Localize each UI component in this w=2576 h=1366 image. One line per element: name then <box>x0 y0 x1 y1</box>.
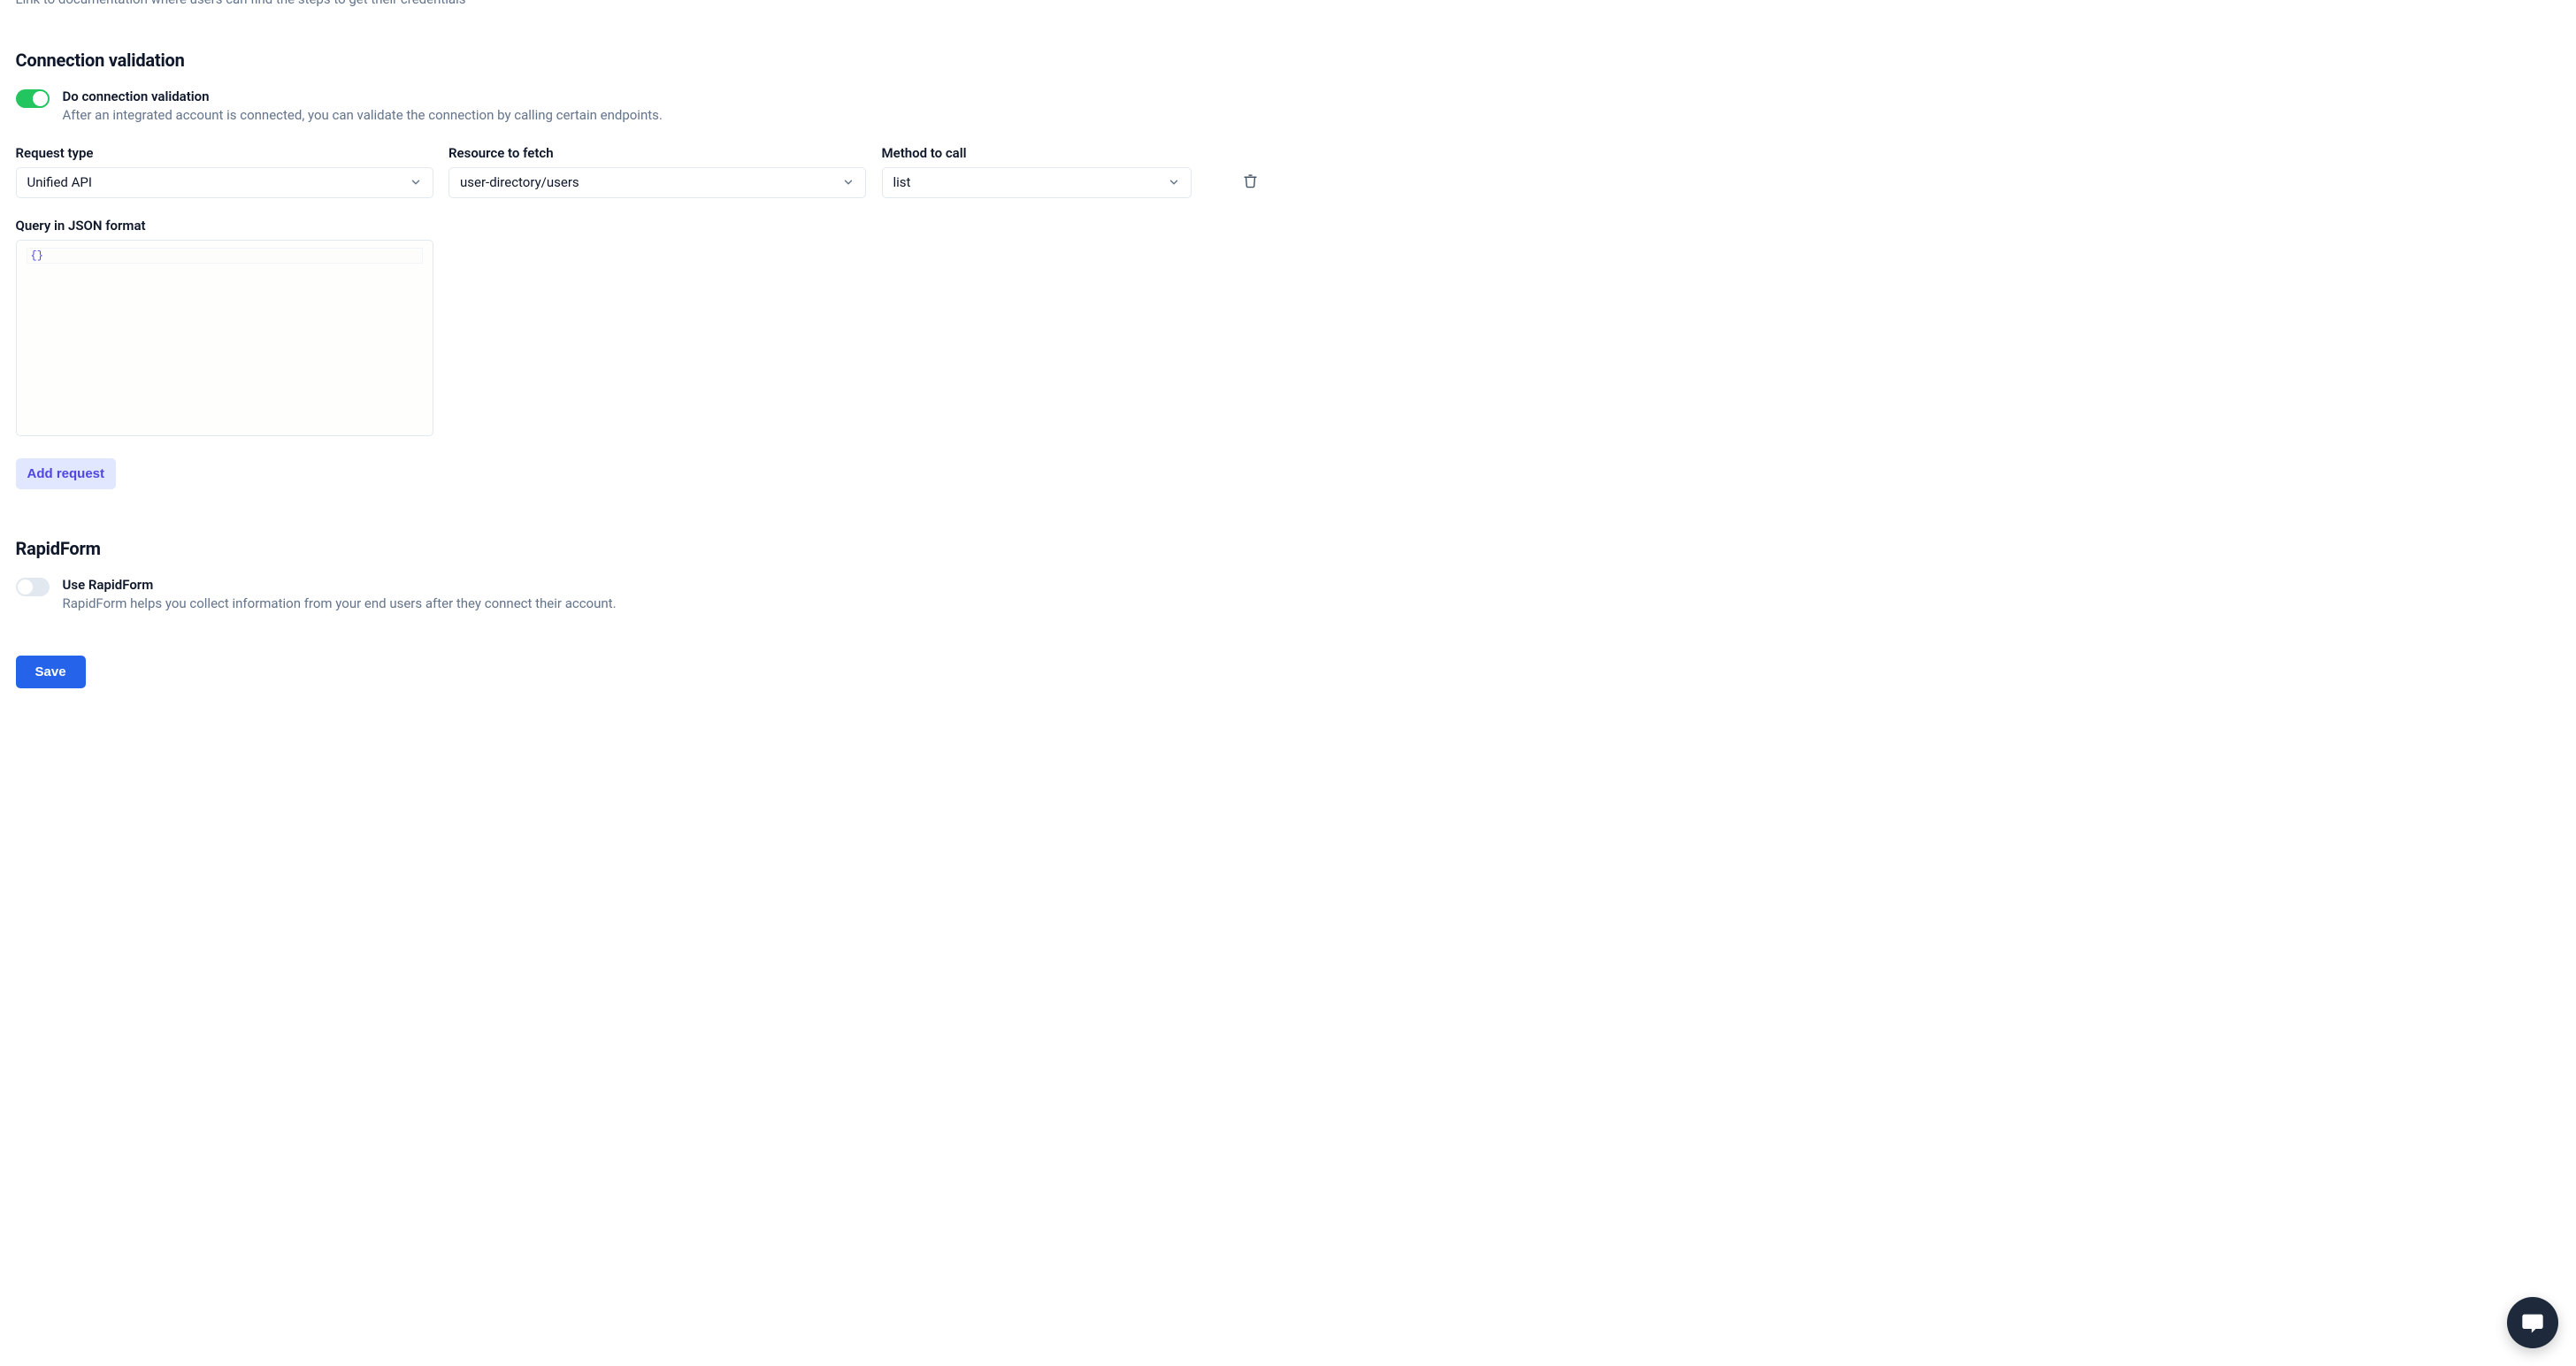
method-to-call-label: Method to call <box>882 145 1192 161</box>
connection-validation-toggle[interactable] <box>16 89 50 108</box>
chevron-down-icon <box>1168 176 1180 188</box>
connection-validation-toggle-desc: After an integrated account is connected… <box>63 107 663 123</box>
save-button[interactable]: Save <box>16 656 86 688</box>
chevron-down-icon <box>842 176 855 188</box>
rapidform-toggle-label: Use RapidForm <box>63 577 617 593</box>
chat-icon <box>2520 1310 2545 1335</box>
chat-widget-button[interactable] <box>2507 1297 2558 1348</box>
partial-cutoff-text: Link to documentation where users can fi… <box>16 0 1273 7</box>
connection-validation-toggle-label: Do connection validation <box>63 88 663 104</box>
query-json-label: Query in JSON format <box>16 218 146 234</box>
add-request-button[interactable]: Add request <box>16 458 117 489</box>
delete-request-button[interactable] <box>1238 165 1264 196</box>
rapidform-title: RapidForm <box>16 538 1273 559</box>
rapidform-toggle-desc: RapidForm helps you collect information … <box>63 595 617 611</box>
request-type-value: Unified API <box>27 174 92 190</box>
chevron-down-icon <box>410 176 422 188</box>
resource-to-fetch-value: user-directory/users <box>460 174 579 190</box>
connection-validation-title: Connection validation <box>16 50 1273 71</box>
query-json-value: {} <box>31 249 43 262</box>
rapidform-toggle[interactable] <box>16 578 50 596</box>
resource-to-fetch-label: Resource to fetch <box>448 145 866 161</box>
request-type-select[interactable]: Unified API <box>16 167 433 198</box>
resource-to-fetch-select[interactable]: user-directory/users <box>448 167 866 198</box>
method-to-call-select[interactable]: list <box>882 167 1192 198</box>
method-to-call-value: list <box>893 174 911 190</box>
request-type-label: Request type <box>16 145 433 161</box>
query-json-input[interactable]: {} <box>16 240 433 436</box>
trash-icon <box>1243 173 1258 188</box>
